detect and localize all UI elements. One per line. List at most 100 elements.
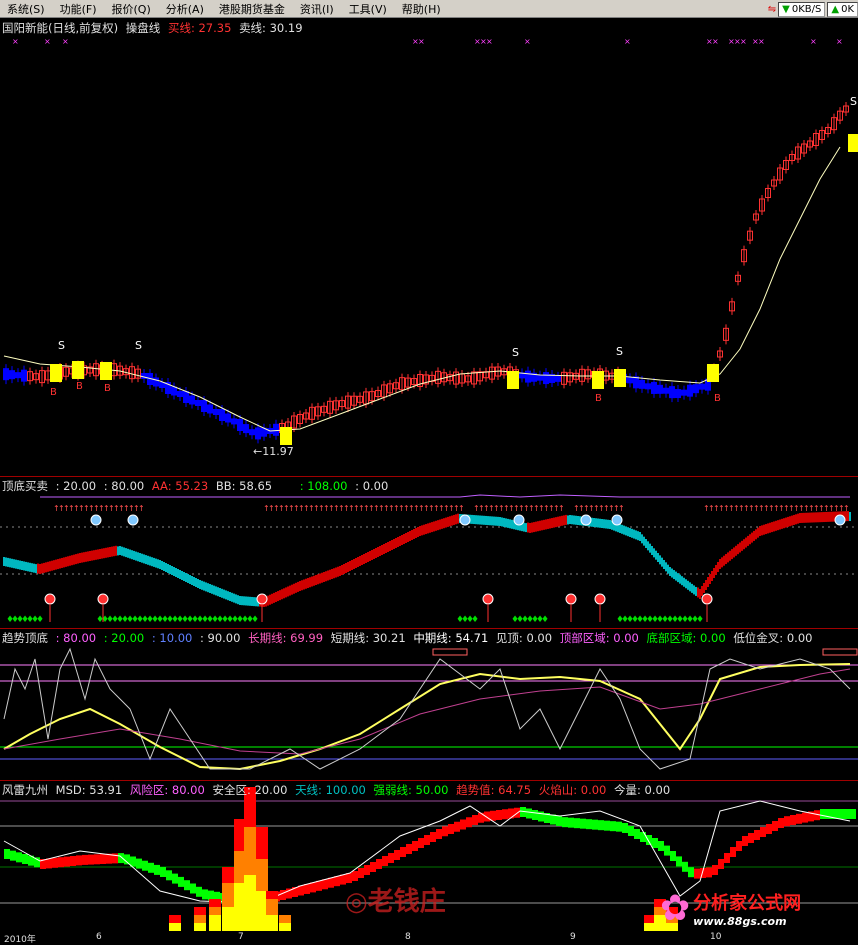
fire-block (222, 899, 234, 907)
stair-block (574, 818, 580, 829)
stock-name: 国阳新能(日线,前复权) (2, 21, 119, 35)
fire-block (244, 827, 256, 835)
menu-system[interactable]: 系统(S) (0, 1, 53, 17)
stair-block (712, 865, 718, 875)
stair-block (664, 845, 670, 856)
stair-block (820, 809, 826, 819)
fire-block (222, 923, 234, 931)
menu-function[interactable]: 功能(F) (53, 1, 105, 17)
red-ball-icon (97, 593, 109, 605)
menu-quote[interactable]: 报价(Q) (105, 1, 159, 17)
stair-block (706, 867, 712, 878)
sell-marker: S (616, 345, 623, 358)
stair-block (64, 856, 70, 867)
stair-block (388, 853, 394, 863)
stair-block (772, 821, 778, 831)
topbottom-p2: : 80.00 (103, 479, 145, 493)
trend-top-zone: 顶部区域: 0.00 (559, 631, 639, 645)
buy-signal-box (100, 362, 112, 380)
trend-v2: : 20.00 (103, 631, 145, 645)
stair-block (556, 816, 562, 826)
axis-m10: 10 (710, 932, 722, 942)
msd-risk: 风险区: 80.00 (129, 783, 205, 797)
stair-block (22, 854, 28, 864)
stair-block (460, 819, 466, 830)
stair-block (196, 886, 202, 897)
brand-name: 分析家公式网 (693, 893, 802, 914)
buy-signal-box (280, 427, 292, 445)
stair-block (4, 849, 10, 859)
stair-block (628, 826, 634, 836)
stair-block (568, 817, 574, 828)
upload-speed: ▲ 0K (827, 1, 858, 17)
msd-value: MSD: 53.91 (55, 783, 123, 797)
fire-block (194, 907, 206, 915)
red-ball-icon (701, 593, 713, 605)
blue-ball-icon (127, 514, 139, 526)
red-ball-icon (482, 593, 494, 605)
menu-analysis[interactable]: 分析(A) (159, 1, 212, 17)
buy-signal-box (72, 361, 84, 379)
stair-block (124, 854, 130, 865)
bottom-marker: ♦ (251, 615, 259, 625)
trend-bottom-zone: 底部区域: 0.00 (646, 631, 726, 645)
fire-block (244, 867, 256, 875)
fire-block (279, 923, 291, 931)
stair-block (454, 821, 460, 832)
stair-block (10, 850, 16, 861)
sell-marker: S (58, 339, 65, 352)
cross-marker: × (12, 37, 19, 46)
buy-marker: B (104, 383, 111, 394)
topbottom-name: 顶底买卖 (2, 479, 48, 493)
fire-block (266, 923, 278, 931)
fire-block (222, 867, 234, 875)
topbottom-chart: ↑↑↑↑↑↑↑↑↑↑↑↑↑↑↑↑↑↑ ↑↑↑↑↑↑↑↑↑↑↑↑↑↑↑↑↑↑↑↑↑↑… (0, 494, 858, 625)
red-ball-icon (565, 593, 577, 605)
stair-block (550, 814, 556, 825)
fire-block (266, 899, 278, 907)
main-chart-pane[interactable]: 国阳新能(日线,前复权) 操盘线 买线: 27.35 卖线: 30.19 S S S… (0, 19, 858, 477)
menu-tools[interactable]: 工具(V) (342, 1, 395, 17)
msd-header: 风雷九州 MSD: 53.91 风险区: 80.00 安全区: 20.00 天线… (2, 782, 674, 798)
stair-block (766, 824, 772, 834)
sell-marker: S (135, 339, 142, 352)
menu-info[interactable]: 资讯(I) (293, 1, 342, 17)
trend-peak: 见顶: 0.00 (495, 631, 553, 645)
msd-pane[interactable]: 风雷九州 MSD: 53.91 风险区: 80.00 安全区: 20.00 天线… (0, 781, 858, 945)
menu-bar: 系统(S) 功能(F) 报价(Q) 分析(A) 港股期货基金 资讯(I) 工具(… (0, 0, 858, 18)
stair-block (190, 883, 196, 894)
stair-block (46, 858, 52, 869)
stair-block (142, 860, 148, 871)
stair-block (376, 859, 382, 869)
stair-block (400, 847, 406, 857)
bottom-marker: ♦ (541, 615, 549, 625)
buy-line-value: 买线: 27.35 (167, 21, 232, 35)
red-ball-icon (44, 593, 56, 605)
blue-ball-icon (459, 514, 471, 526)
stair-block (394, 850, 400, 860)
stair-block (70, 856, 76, 866)
fire-block (222, 907, 234, 915)
stair-block (76, 855, 82, 866)
topbottom-pane[interactable]: 顶底买卖 : 20.00 : 80.00 AA: 55.23 BB: 58.65… (0, 477, 858, 629)
stair-block (136, 858, 142, 869)
red-ball-icon (594, 593, 606, 605)
menu-hk-futures[interactable]: 港股期货基金 (212, 1, 293, 17)
trend-pane[interactable]: 趋势顶底 : 80.00 : 20.00 : 10.00 : 90.00 长期线… (0, 629, 858, 781)
msd-sky: 天线: 100.00 (295, 783, 366, 797)
stair-block (280, 890, 286, 900)
menu-help[interactable]: 帮助(H) (395, 1, 449, 17)
msd-trend: 趋势值: 64.75 (456, 783, 532, 797)
up-arrow-marker: ↑ (558, 504, 565, 513)
fire-block (194, 915, 206, 923)
stair-block (604, 820, 610, 831)
stair-block (670, 851, 676, 861)
stair-block (166, 870, 172, 881)
main-chart-header: 国阳新能(日线,前复权) 操盘线 买线: 27.35 卖线: 30.19 (2, 20, 307, 36)
stair-block (736, 841, 742, 851)
cross-marker: × (758, 37, 765, 46)
stair-block (430, 832, 436, 842)
stair-block (328, 877, 334, 888)
low-price-label: ←11.97 (253, 445, 294, 458)
stair-block (148, 862, 154, 873)
